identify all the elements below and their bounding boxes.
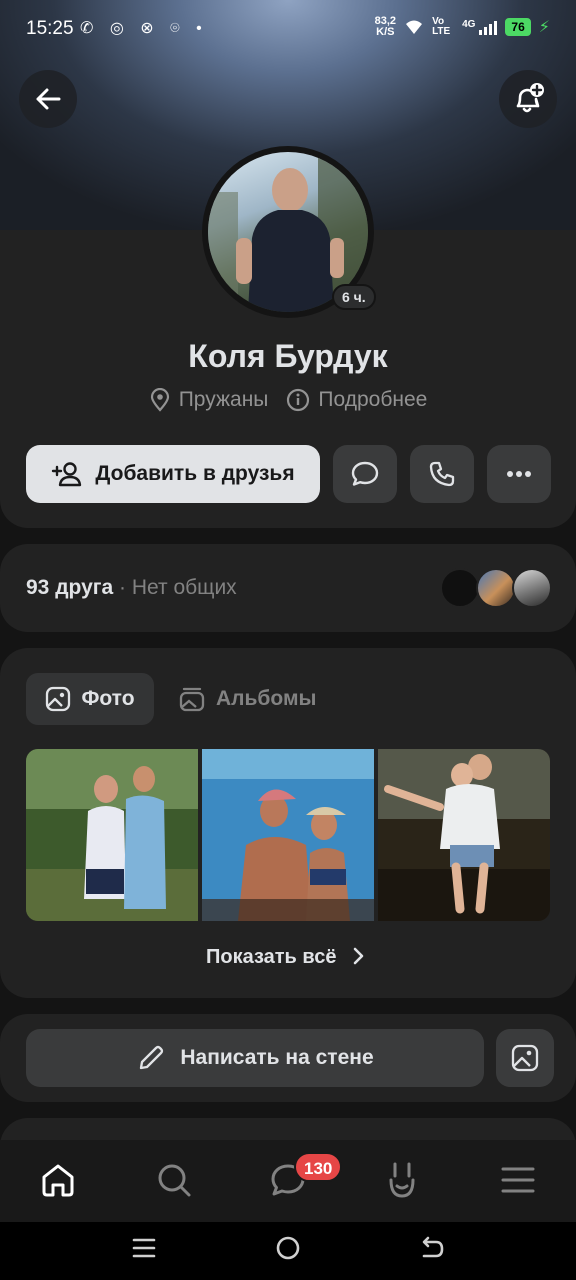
home-icon [42,1164,74,1197]
circle-home-icon [276,1236,300,1260]
friends-summary: 93 друга · Нет общих [26,576,237,600]
status-right: 83,2 K/S Vo LTE 4G 76 ⚡ [375,16,550,38]
battery-icon: 76 [505,18,531,36]
hamburger-menu-icon [501,1167,535,1193]
photo-thumbnail[interactable] [26,749,198,921]
message-button[interactable] [333,445,397,503]
subscribe-notifications-button[interactable] [499,70,557,128]
city-link[interactable]: Пружаны [149,388,269,412]
tab-menu[interactable] [496,1158,540,1202]
status-bar: 15:25 ✆ ◎ ⊗ ⌾ • 83,2 K/S Vo LTE 4G 76 ⚡ [0,0,576,56]
image-icon [511,1044,539,1072]
photo-thumbnail[interactable] [202,749,374,921]
show-all-label: Показать всё [205,946,337,968]
image-icon [46,686,71,712]
tab-clips[interactable] [380,1158,424,1202]
tab-albums[interactable]: Альбомы [178,673,316,725]
pencil-icon [140,1045,164,1070]
write-on-wall-label: Написать на стене [180,1046,374,1069]
tab-home[interactable] [36,1158,80,1202]
status-notification-icons: ✆ ◎ ⊗ ⌾ • [80,20,208,37]
add-friend-label: Добавить в друзья [95,462,295,485]
attach-photo-button[interactable] [496,1029,554,1087]
info-icon [287,388,310,412]
clips-icon [389,1162,415,1198]
call-button[interactable] [410,445,474,503]
network-speed: 83,2 K/S [374,15,397,38]
friends-count: 93 друга [26,576,114,599]
recent-apps-button[interactable] [130,1236,158,1265]
user-plus-icon [52,462,82,487]
back-button[interactable] [19,70,77,128]
wifi-icon [406,20,423,34]
more-dots-icon [507,471,531,477]
profile-meta: Пружаны Подробнее [0,388,576,412]
last-seen-badge: 6 ч. [332,284,376,310]
show-all-link[interactable]: Показать всё [0,946,576,969]
search-icon [158,1164,191,1197]
profile-name: Коля Бурдук [188,338,388,374]
write-on-wall-button[interactable]: Написать на стене [26,1029,484,1087]
volte-label: Vo LTE [432,16,451,37]
city-label: Пружаны [178,388,269,411]
details-link[interactable]: Подробнее [286,388,427,412]
signal-icon: 4G [462,19,498,35]
friends-separator: · [113,576,132,599]
charging-icon: ⚡ [538,19,550,36]
albums-icon [179,687,205,712]
more-button[interactable] [487,445,551,503]
tab-search[interactable] [152,1158,196,1202]
details-label: Подробнее [318,388,428,411]
back-arrow-icon [422,1236,444,1258]
status-time: 15:25 [26,18,74,39]
tab-photos-label: Фото [81,687,135,710]
phone-icon [429,461,455,487]
mutual-friends: Нет общих [131,576,237,599]
friend-avatar [440,568,480,608]
bell-plus-icon [516,83,544,113]
chat-bubble-icon [351,461,379,486]
home-nav-button[interactable] [274,1234,302,1267]
recents-icon [132,1238,156,1258]
add-friend-button[interactable]: Добавить в друзья [26,445,320,503]
tab-photos[interactable]: Фото [26,673,154,725]
friend-avatar [476,568,516,608]
tab-albums-label: Альбомы [216,687,317,710]
friend-avatar [512,568,552,608]
arrow-left-icon [36,88,61,110]
photo-thumbnail[interactable] [378,749,550,921]
messages-count-badge: 130 [294,1152,343,1182]
location-pin-icon [150,388,169,412]
chevron-right-icon [353,947,364,965]
back-nav-button[interactable] [418,1236,446,1267]
